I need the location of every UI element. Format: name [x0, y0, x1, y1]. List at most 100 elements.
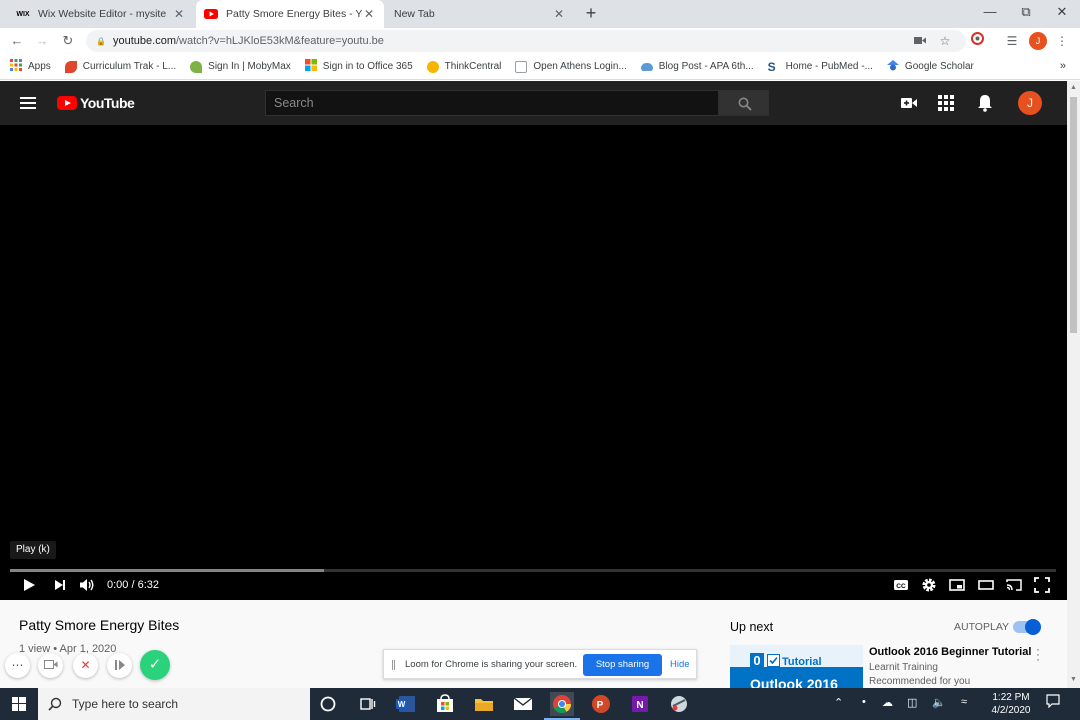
task-view-icon[interactable] — [355, 692, 379, 716]
chevron-right-icon[interactable]: » — [1060, 60, 1066, 72]
account-avatar[interactable]: J — [1018, 91, 1042, 115]
powerpoint-app-icon[interactable]: P — [589, 692, 613, 716]
volume-icon[interactable] — [79, 577, 95, 593]
extension-icon[interactable] — [968, 32, 986, 50]
loom-pause-icon[interactable] — [107, 653, 132, 678]
fullscreen-icon[interactable] — [1034, 577, 1050, 593]
play-icon[interactable] — [21, 577, 37, 593]
autoplay-toggle[interactable] — [1013, 619, 1041, 635]
close-icon[interactable]: ✕ — [552, 7, 566, 21]
bookmark-pubmed[interactable]: S Home - PubMed -... — [768, 61, 873, 73]
tab-wix-editor[interactable]: WIX Wix Website Editor - mysite ✕ — [8, 0, 194, 28]
video-title: Patty Smore Energy Bites — [19, 617, 180, 633]
notifications-icon[interactable] — [1046, 694, 1060, 711]
theater-mode-icon[interactable] — [978, 577, 994, 593]
taskbar-search[interactable]: Type here to search — [38, 688, 310, 720]
youtube-logo[interactable]: YouTube — [57, 95, 135, 111]
new-tab-button[interactable]: + — [582, 4, 600, 22]
chrome-app-icon[interactable] — [544, 692, 580, 720]
bookmarks-bar: Apps Curriculum Trak - L... Sign In | Mo… — [0, 54, 1080, 80]
search-button[interactable] — [719, 90, 769, 116]
video-meta: 1 view • Apr 1, 2020 — [19, 643, 117, 655]
create-video-icon[interactable] — [900, 94, 918, 112]
svg-text:W: W — [398, 700, 406, 709]
file-explorer-icon[interactable] — [472, 692, 496, 716]
more-options-icon[interactable]: · · · — [1035, 643, 1041, 665]
drag-handle-icon[interactable] — [392, 660, 395, 670]
restore-button[interactable]: ⧉ — [1008, 0, 1044, 28]
bookmark-google-scholar[interactable]: Google Scholar — [886, 59, 974, 74]
bookmark-office-365[interactable]: Sign in to Office 365 — [304, 59, 413, 74]
bookmark-label: Sign In | MobyMax — [208, 61, 291, 72]
bookmark-star-icon[interactable]: ☆ — [936, 32, 954, 50]
bookmark-label: Curriculum Trak - L... — [82, 61, 177, 72]
next-video-icon[interactable] — [52, 577, 68, 593]
lock-icon: 🔒 — [96, 36, 106, 46]
loom-more-icon[interactable]: ⋯ — [5, 653, 30, 678]
address-bar[interactable]: 🔒 youtube.com/watch?v=hLJKloE53kM&featur… — [86, 30, 966, 52]
volume-tray-icon[interactable]: 🔈 — [932, 696, 946, 709]
close-window-button[interactable]: ✕ — [1044, 0, 1080, 28]
cast-icon[interactable] — [1006, 577, 1022, 593]
tab-youtube-video[interactable]: Patty Smore Energy Bites - YouTu ✕ — [196, 0, 384, 28]
onenote-app-icon[interactable]: N — [628, 692, 652, 716]
search-input[interactable]: Search — [265, 90, 719, 116]
scroll-down-arrow-icon[interactable]: ▼ — [1070, 676, 1077, 683]
hide-button[interactable]: Hide — [670, 659, 690, 670]
forward-arrow-icon[interactable]: → — [33, 32, 51, 50]
reload-icon[interactable]: ↻ — [59, 32, 77, 50]
bookmark-open-athens[interactable]: Open Athens Login... — [515, 60, 627, 73]
menu-kebab-icon[interactable]: ⋮ — [1053, 32, 1071, 50]
mail-app-icon[interactable] — [511, 692, 535, 716]
store-app-icon[interactable] — [433, 692, 457, 716]
pen-icon[interactable]: • — [862, 696, 866, 708]
clock-time: 1:22 PM — [992, 692, 1030, 703]
camera-blocked-icon[interactable] — [911, 32, 929, 50]
network-icon[interactable]: ≈ — [961, 696, 967, 708]
battery-icon[interactable]: ◫ — [907, 696, 917, 709]
tab-new-tab[interactable]: New Tab ✕ — [386, 0, 574, 28]
scrollbar-thumb[interactable] — [1070, 97, 1077, 333]
play-tooltip: Play (k) — [10, 541, 56, 559]
curriculum-trak-icon — [64, 60, 77, 73]
bookmark-blog-post-apa[interactable]: Blog Post - APA 6th... — [640, 61, 754, 72]
up-next-thumbnail[interactable]: 0 Tutorial Outlook 2016 — [730, 645, 863, 688]
bookmark-apps[interactable]: Apps — [10, 59, 51, 74]
media-control-icon[interactable]: ☰ — [1003, 32, 1021, 50]
page-scrollbar[interactable]: ▲ ▼ — [1067, 81, 1080, 688]
close-icon[interactable]: ✕ — [172, 7, 186, 21]
snipping-tool-icon[interactable] — [667, 692, 691, 716]
scroll-up-arrow-icon[interactable]: ▲ — [1070, 84, 1077, 91]
up-next-title[interactable]: Outlook 2016 Beginner Tutorial — [869, 646, 1031, 658]
windows-start-icon[interactable] — [0, 688, 38, 720]
svg-text:P: P — [597, 700, 604, 711]
settings-gear-icon[interactable] — [921, 577, 937, 593]
apps-grid-icon[interactable] — [937, 94, 955, 112]
onedrive-cloud-icon[interactable]: ☁ — [882, 696, 893, 709]
bookmark-thinkcentral[interactable]: ThinkCentral — [426, 60, 501, 73]
loom-cancel-icon[interactable]: ✕ — [73, 653, 98, 678]
show-hidden-icons-icon[interactable]: ⌃ — [834, 696, 843, 709]
captions-icon[interactable]: CC — [893, 577, 909, 593]
loom-camera-icon[interactable] — [38, 653, 63, 678]
bookmark-curriculum-trak[interactable]: Curriculum Trak - L... — [64, 60, 177, 73]
progress-bar[interactable] — [10, 569, 1056, 572]
minimize-button[interactable]: — — [972, 0, 1008, 28]
taskbar-clock[interactable]: 1:22 PM 4/2/2020 — [985, 691, 1037, 717]
close-icon[interactable]: ✕ — [362, 7, 376, 21]
browser-toolbar: ← → ↻ 🔒 youtube.com/watch?v=hLJKloE53kM&… — [0, 28, 1080, 54]
up-next-channel[interactable]: Learnit Training — [869, 662, 938, 673]
back-arrow-icon[interactable]: ← — [8, 32, 26, 50]
hamburger-menu-icon[interactable] — [20, 97, 36, 109]
cortana-icon[interactable] — [316, 692, 340, 716]
buffered-fill — [10, 569, 324, 572]
word-app-icon[interactable]: W — [394, 692, 418, 716]
stop-sharing-button[interactable]: Stop sharing — [583, 654, 662, 676]
loom-finish-check-icon[interactable]: ✓ — [140, 650, 170, 680]
profile-avatar[interactable]: J — [1029, 32, 1047, 50]
pubmed-icon: S — [767, 59, 776, 74]
miniplayer-icon[interactable] — [949, 577, 965, 593]
video-player[interactable]: Play (k) 0:00 / 6:32 CC — [0, 125, 1067, 600]
bookmark-mobymax[interactable]: Sign In | MobyMax — [190, 60, 291, 73]
notifications-bell-icon[interactable] — [976, 94, 994, 112]
